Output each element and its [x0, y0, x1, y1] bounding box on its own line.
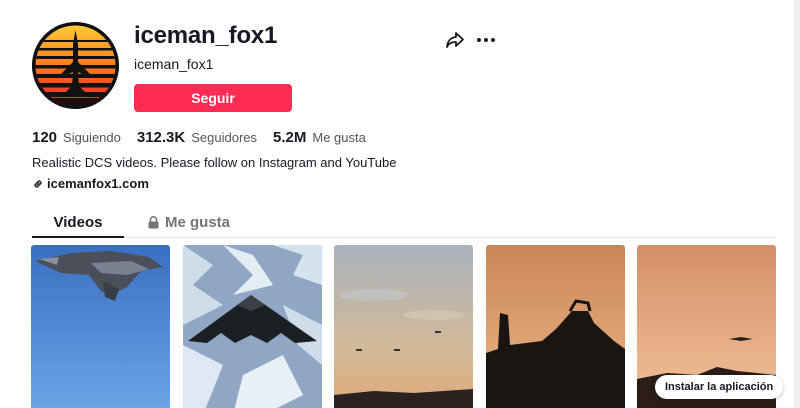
stat-followers[interactable]: 312.3K Seguidores	[137, 129, 257, 146]
install-app-button[interactable]: Instalar la aplicación	[655, 375, 784, 399]
following-label: Siguiendo	[63, 130, 121, 145]
more-options-button[interactable]	[474, 29, 498, 51]
fighter-jet-sunset-avatar-icon	[32, 22, 119, 109]
profile-nickname: iceman_fox1	[134, 56, 214, 72]
tab-likes-label: Me gusta	[165, 214, 231, 231]
stat-following[interactable]: 120 Siguiendo	[32, 129, 121, 146]
profile-link[interactable]: icemanfox1.com	[32, 176, 149, 191]
likes-label: Me gusta	[312, 130, 366, 145]
lock-icon	[148, 216, 159, 229]
profile-tabs: Videos Me gusta	[32, 208, 776, 238]
share-arrow-icon	[446, 32, 464, 48]
follow-button[interactable]: Seguir	[134, 84, 292, 112]
aircraft-formation-dusk-image	[334, 245, 473, 408]
video-thumbnail[interactable]	[183, 245, 322, 408]
video-thumbnail[interactable]	[31, 245, 170, 408]
followers-label: Seguidores	[191, 130, 258, 145]
link-icon	[34, 179, 42, 188]
tab-likes[interactable]: Me gusta	[148, 208, 230, 238]
followers-count: 312.3K	[136, 129, 186, 146]
video-thumbnail[interactable]	[486, 245, 625, 408]
stealth-bomber-mountains-image	[183, 245, 322, 408]
following-count: 120	[32, 129, 58, 146]
profile-username: iceman_fox1	[134, 22, 278, 49]
video-thumbnail[interactable]	[334, 245, 473, 408]
stealth-fighter-sky-image	[31, 245, 170, 408]
likes-count: 5.2M	[273, 129, 307, 146]
stat-likes: 5.2M Me gusta	[273, 129, 366, 146]
share-button[interactable]	[444, 29, 466, 51]
profile-avatar[interactable]	[32, 22, 119, 109]
profile-link-text: icemanfox1.com	[47, 176, 149, 191]
profile-bio: Realistic DCS videos. Please follow on I…	[32, 155, 397, 170]
scrollbar[interactable]	[794, 0, 800, 408]
tab-videos[interactable]: Videos	[32, 208, 124, 238]
more-dots-icon	[477, 38, 495, 42]
fighter-jet-silhouette-sunset-image	[486, 245, 625, 408]
profile-stats: 120 Siguiendo 312.3K Seguidores 5.2M Me …	[32, 129, 382, 146]
